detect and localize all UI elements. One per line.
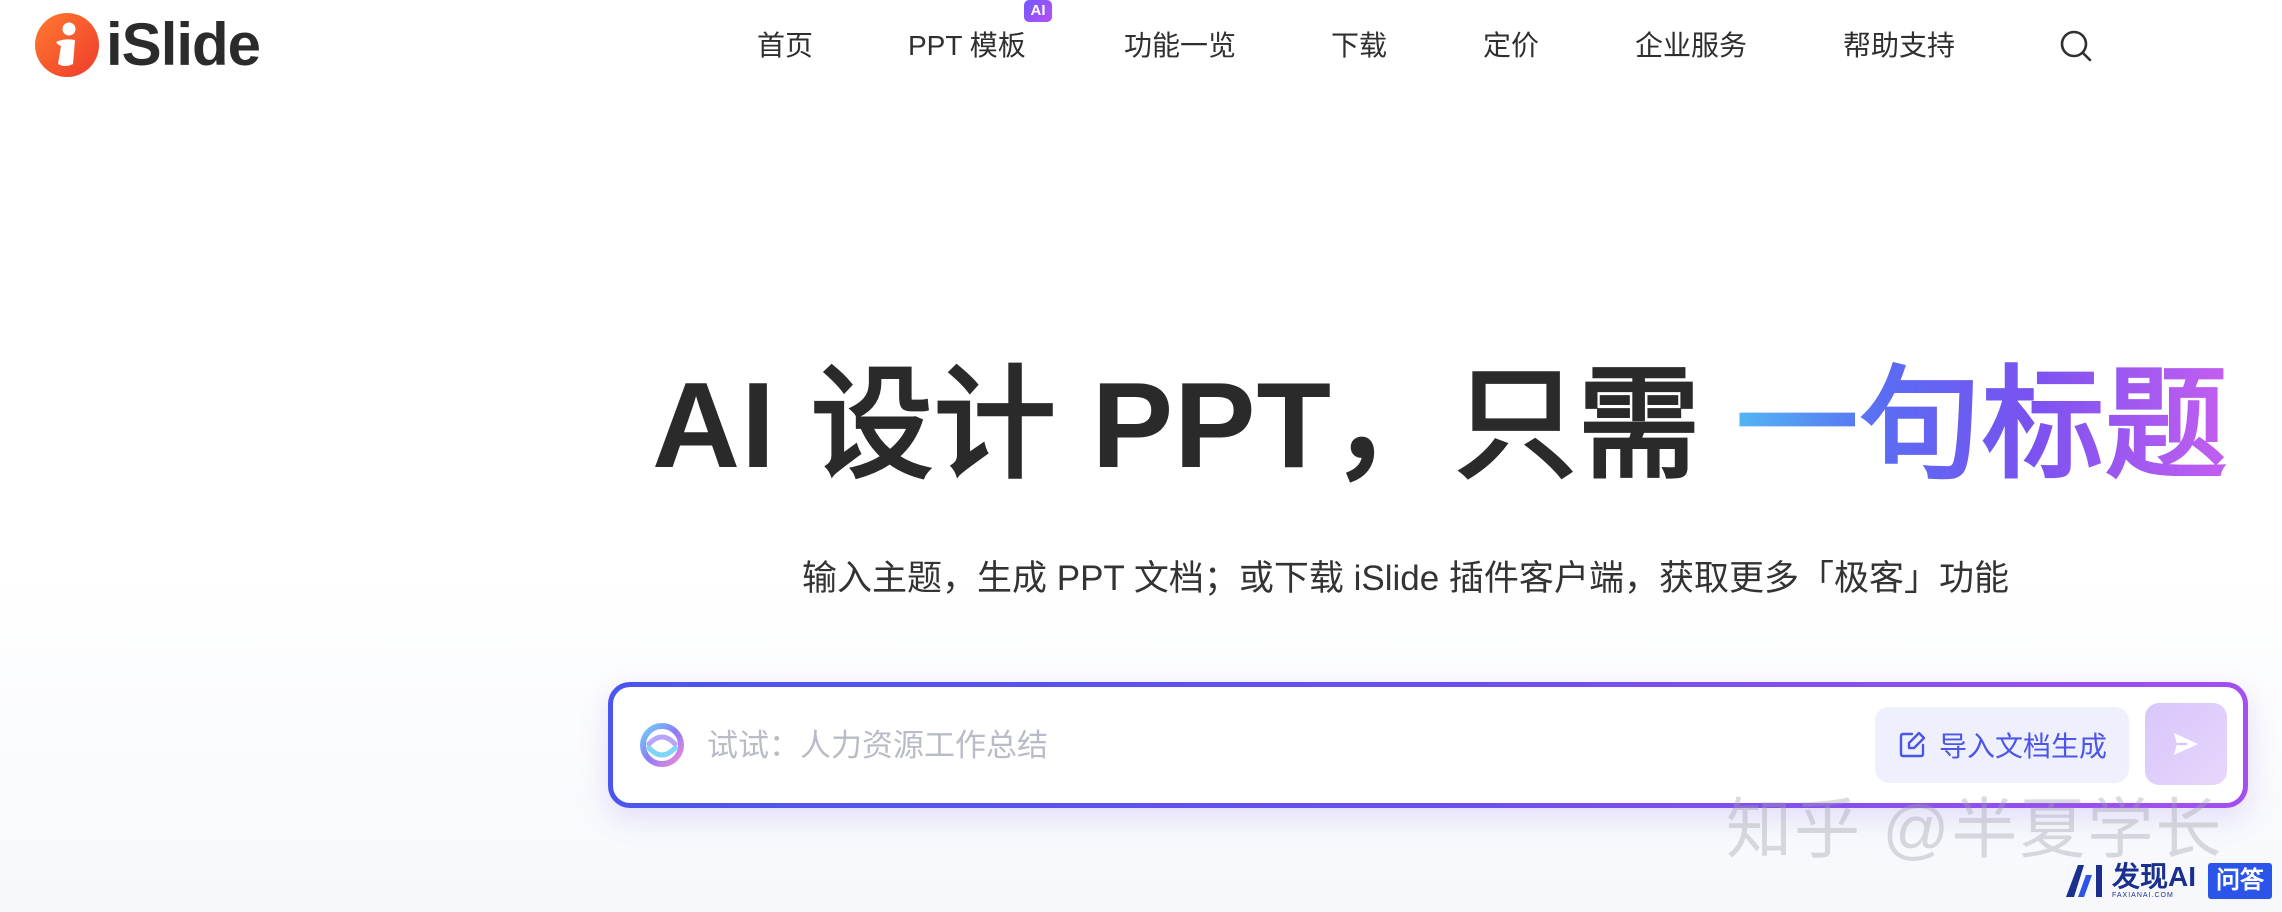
faxian-ai-title: 发现AI <box>2112 861 2197 892</box>
send-button[interactable] <box>2145 703 2227 785</box>
edit-document-icon <box>1899 731 1926 758</box>
faxian-ai-logo-icon <box>2066 865 2102 897</box>
islide-logo-icon <box>35 13 99 77</box>
islide-logo[interactable]: iSlide <box>34 11 261 78</box>
nav-item-home[interactable]: 首页 <box>757 24 813 64</box>
nav-item-download[interactable]: 下载 <box>1331 24 1387 64</box>
topic-input[interactable] <box>705 715 1759 777</box>
faxian-ai-domain: FAXIANAI.COM <box>2112 892 2174 899</box>
ai-badge: AI <box>1024 0 1052 22</box>
ai-swirl-icon <box>640 723 684 767</box>
nav-item-enterprise[interactable]: 企业服务 <box>1635 24 1747 64</box>
nav-item-features[interactable]: 功能一览 <box>1124 24 1236 64</box>
import-document-button[interactable]: 导入文档生成 <box>1875 707 2129 783</box>
top-navigation-bar: iSlide 首页 PPT 模板 AI 功能一览 下载 定价 企业服务 帮助支持 <box>0 0 2282 92</box>
nav-item-ppt-templates[interactable]: PPT 模板 <box>908 24 1026 64</box>
faxian-ai-text: 发现AI FAXIANAI.COM <box>2112 862 2196 900</box>
search-icon[interactable] <box>2058 28 2094 64</box>
hero-title: AI 设计 PPT，只需 一句标题 <box>652 360 2228 490</box>
hero-title-accent: 一句标题 <box>1735 357 2228 493</box>
hero-subtitle: 输入主题，生成 PPT 文档；或下载 iSlide 插件客户端，获取更多「极客」… <box>802 559 2009 598</box>
zhihu-watermark: 知乎 @半夏学长 <box>1726 792 2224 866</box>
nav-item-help[interactable]: 帮助支持 <box>1843 24 1955 64</box>
nav-item-pricing[interactable]: 定价 <box>1483 24 1539 64</box>
import-document-label: 导入文档生成 <box>1938 731 2107 762</box>
send-icon <box>2174 733 2198 755</box>
hero-title-main: AI 设计 PPT，只需 <box>652 357 1736 493</box>
logo-wordmark: iSlide <box>106 11 261 78</box>
faxian-ai-tag: 问答 <box>2208 863 2273 899</box>
faxian-ai-watermark: 发现AI FAXIANAI.COM 问答 <box>2064 862 2273 900</box>
